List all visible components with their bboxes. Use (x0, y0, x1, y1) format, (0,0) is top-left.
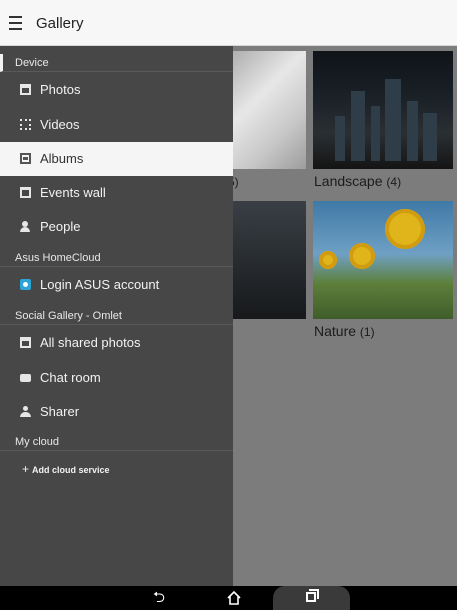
recent-apps-button[interactable] (301, 589, 323, 607)
plus-icon: + (22, 462, 30, 476)
videos-icon (20, 119, 31, 130)
album-caption-nature: Nature (1) (314, 323, 375, 339)
drawer-item-events-wall[interactable]: Events wall (0, 176, 233, 210)
drawer-item-all-shared-photos[interactable]: All shared photos (0, 326, 233, 360)
section-header-homecloud: Asus HomeCloud (0, 249, 233, 267)
home-icon (227, 591, 241, 605)
drawer-item-label: Chat room (40, 370, 101, 385)
add-cloud-label: Add cloud service (32, 465, 110, 475)
app-bar: Gallery (0, 0, 457, 46)
album-thumbnail[interactable] (226, 51, 306, 169)
album-name: Nature (314, 323, 357, 339)
asus-homecloud-icon (20, 279, 31, 290)
drawer-item-label: Events wall (40, 185, 106, 200)
drawer-item-label: Sharer (40, 404, 80, 419)
app-title: Gallery (36, 15, 84, 32)
drawer-item-label: Login ASUS account (40, 277, 160, 292)
section-header-my-cloud: My cloud (0, 433, 233, 451)
albums-icon (20, 153, 31, 164)
add-cloud-service-button[interactable]: + Add cloud service (0, 456, 233, 482)
system-nav-bar: ⮌ (0, 586, 457, 610)
back-button[interactable]: ⮌ (148, 589, 170, 607)
drawer-item-photos[interactable]: Photos (0, 73, 233, 107)
album-count: (1) (359, 325, 375, 339)
album-thumbnail-landscape[interactable] (313, 51, 453, 169)
drawer-item-label: Photos (40, 82, 81, 97)
drawer-item-chat-room[interactable]: Chat room (0, 361, 233, 395)
home-button[interactable] (224, 589, 246, 607)
drawer-item-login-asus[interactable]: Login ASUS account (0, 268, 233, 302)
chat-icon (20, 374, 31, 382)
drawer-item-label: Albums (40, 151, 84, 166)
drawer-item-label: Videos (40, 117, 80, 132)
album-name: Landscape (314, 173, 383, 189)
menu-icon[interactable] (9, 16, 22, 30)
drawer-item-people[interactable]: People (0, 210, 233, 244)
drawer-item-label: People (40, 219, 81, 234)
drawer-item-label: All shared photos (40, 335, 141, 350)
back-icon: ⮌ (152, 589, 165, 606)
section-header-social-gallery: Social Gallery - Omlet (0, 307, 233, 325)
shared-photos-icon (20, 337, 31, 348)
section-header-device: Device (0, 54, 233, 72)
people-icon (20, 221, 31, 232)
sharer-icon (20, 406, 31, 417)
drawer-item-albums[interactable]: Albums (0, 142, 233, 176)
album-thumbnail-nature[interactable] (313, 201, 453, 319)
drawer-item-videos[interactable]: Videos (0, 108, 233, 142)
navigation-drawer: Device Photos Videos Albums Events wall … (0, 46, 233, 586)
album-caption-landscape: Landscape (4) (314, 173, 401, 189)
events-wall-icon (20, 187, 31, 198)
drawer-item-sharer[interactable]: Sharer (0, 395, 233, 429)
album-count: (4) (386, 175, 402, 189)
album-thumbnail[interactable] (226, 201, 306, 319)
photos-icon (20, 84, 31, 95)
